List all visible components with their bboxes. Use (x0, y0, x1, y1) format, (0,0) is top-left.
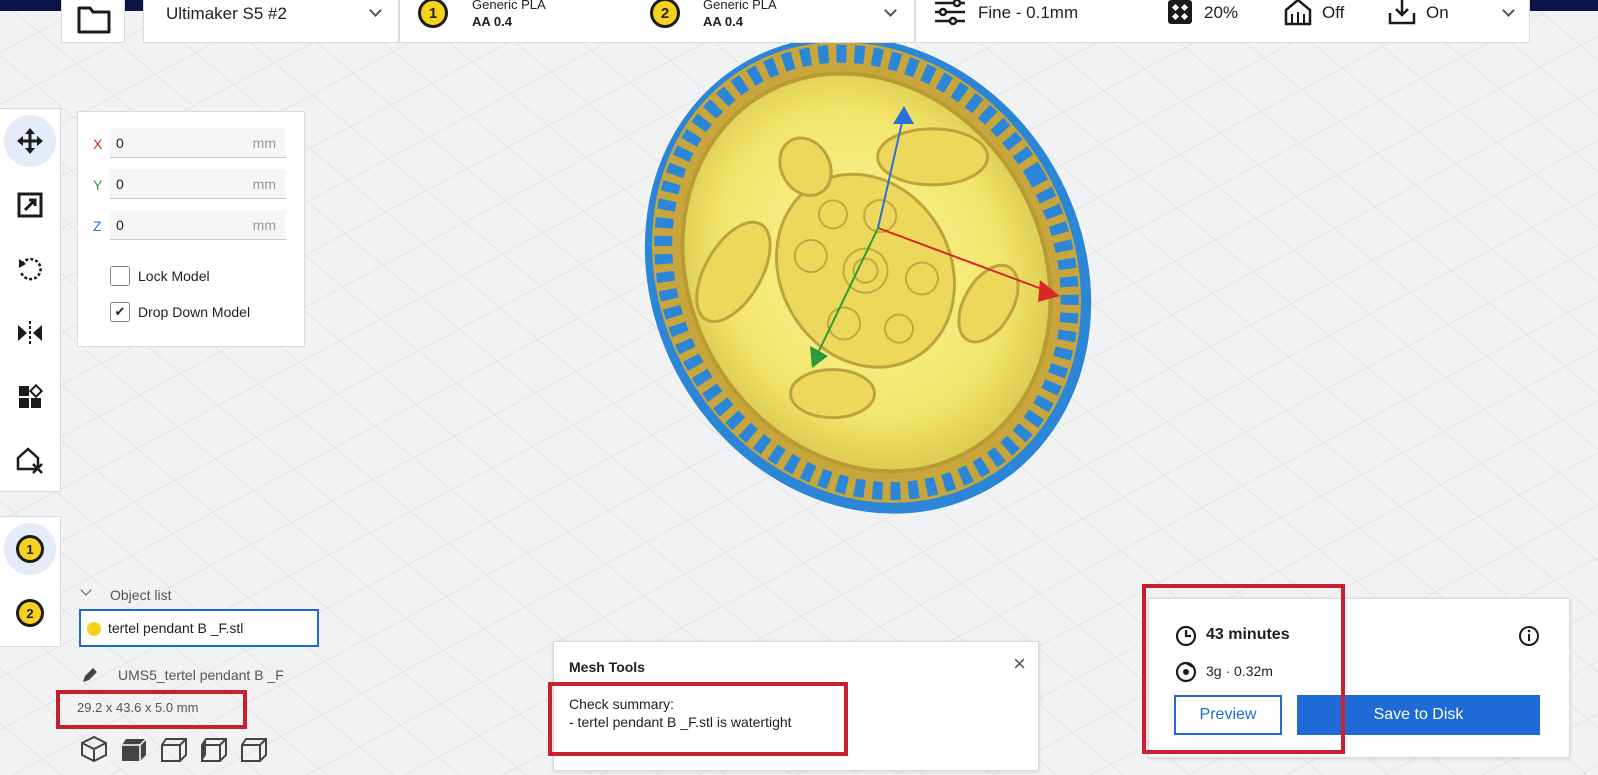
close-icon[interactable]: × (1013, 651, 1026, 677)
info-icon[interactable] (1518, 625, 1540, 647)
dimensions-highlight-box (56, 690, 247, 729)
chevron-down-icon (1502, 4, 1515, 17)
z-position-field[interactable]: 0 mm (110, 210, 286, 240)
extruder-2-icon: 2 (16, 599, 44, 627)
rotate-tool-button[interactable] (4, 243, 56, 295)
extruder-2-icon: 2 (650, 0, 680, 28)
support-icon (1284, 0, 1312, 26)
printer-name: Ultimaker S5 #2 (166, 4, 287, 23)
pencil-icon[interactable] (81, 666, 99, 684)
print-info-highlight-box (1142, 584, 1345, 754)
infill-value: 20% (1204, 3, 1239, 22)
folder-icon (77, 6, 111, 34)
chevron-down-icon (884, 4, 897, 17)
view-left-icon[interactable] (200, 735, 228, 763)
per-model-settings-button[interactable] (4, 371, 56, 423)
extruder-1-button[interactable]: 1 (4, 523, 56, 575)
printer-selector[interactable]: Ultimaker S5 #2 (143, 0, 399, 43)
support-value: Off (1322, 3, 1345, 22)
view-3d-icon[interactable] (80, 735, 108, 763)
move-tool-button[interactable] (4, 115, 56, 167)
rotate-icon (19, 257, 42, 281)
extruder-2-button[interactable]: 2 (4, 587, 56, 639)
scale-icon (17, 192, 43, 218)
z-axis-label: Z (93, 218, 102, 234)
move-arrows-icon (17, 128, 43, 154)
x-axis-label: X (93, 136, 103, 152)
support-blocker-button[interactable] (4, 435, 56, 487)
drop-down-model-checkbox[interactable]: ✔ (110, 302, 130, 322)
chevron-down-icon (369, 4, 382, 17)
adhesion-icon (1388, 0, 1416, 25)
summary-highlight-box (548, 682, 848, 756)
mesh-tools-title: Mesh Tools (569, 659, 645, 675)
support-blocker-icon (16, 447, 43, 474)
lock-model-label: Lock Model (138, 268, 210, 284)
extruder-1-nozzle: AA 0.4 (472, 14, 512, 29)
object-name: tertel pendant B _F.stl (108, 620, 244, 636)
drop-down-model-label: Drop Down Model (138, 304, 251, 320)
job-name[interactable]: UMS5_tertel pendant B _F (118, 667, 284, 683)
extruder-1-icon: 1 (418, 0, 448, 28)
model-color-dot (87, 622, 101, 636)
object-list-title[interactable]: Object list (110, 587, 171, 603)
extruder-1-icon: 1 (16, 535, 44, 563)
view-right-icon[interactable] (240, 735, 268, 763)
settings-sliders-icon (935, 0, 965, 26)
per-model-settings-icon (19, 384, 43, 408)
y-axis-label: Y (93, 177, 103, 193)
scale-tool-button[interactable] (4, 179, 56, 231)
extruder-2-nozzle: AA 0.4 (703, 14, 743, 29)
profile-label: Fine - 0.1mm (978, 3, 1079, 22)
infill-icon (1168, 0, 1192, 24)
adhesion-value: On (1426, 3, 1449, 22)
extruder-config-selector[interactable]: 1 Generic PLA AA 0.4 2 Generic PLA AA 0.… (399, 0, 915, 43)
tool-toolbar (0, 108, 61, 492)
mirror-tool-button[interactable] (4, 307, 56, 359)
view-top-icon[interactable] (160, 735, 188, 763)
extruder-2-material: Generic PLA (703, 0, 777, 12)
object-list-item[interactable]: tertel pendant B _F.stl (79, 609, 319, 647)
print-settings-selector[interactable]: Fine - 0.1mm 20% Off On (915, 0, 1530, 43)
x-position-field[interactable]: 0 mm (110, 128, 286, 158)
extruder-1-material: Generic PLA (472, 0, 546, 12)
lock-model-checkbox[interactable] (110, 266, 130, 286)
y-position-field[interactable]: 0 mm (110, 169, 286, 199)
open-file-button[interactable] (61, 0, 125, 43)
extruder-selector: 1 2 (0, 516, 61, 647)
view-front-icon[interactable] (120, 735, 148, 763)
mirror-icon (18, 321, 42, 345)
